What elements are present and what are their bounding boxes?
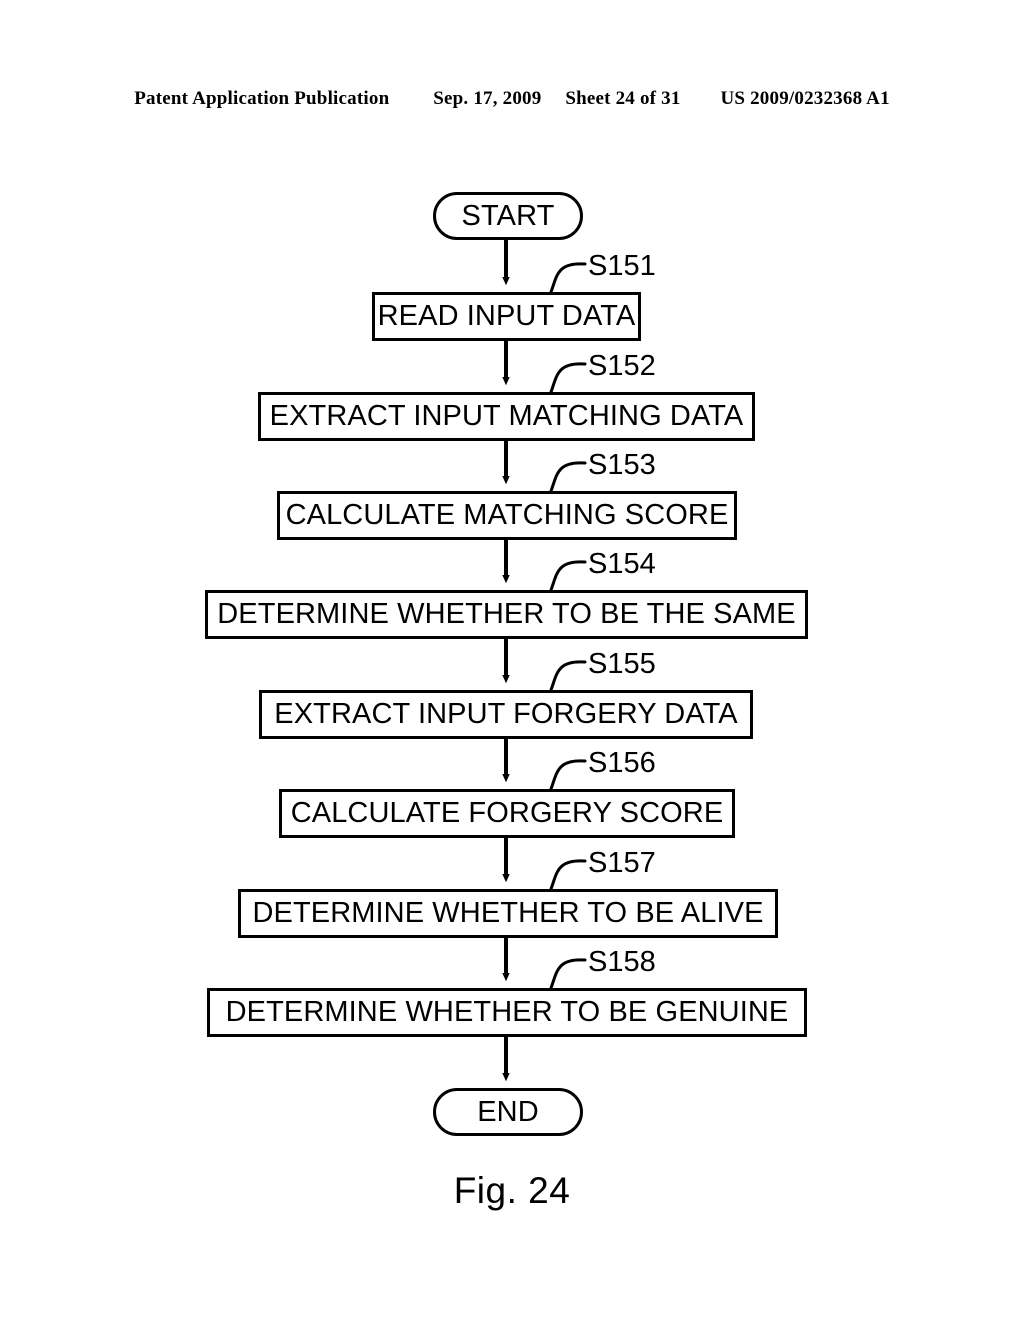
flowchart-node-label: DETERMINE WHETHER TO BE GENUINE (225, 996, 789, 1028)
flowchart-node-label: DETERMINE WHETHER TO BE THE SAME (217, 598, 796, 630)
step-number-s154: S154 (588, 548, 656, 580)
flowchart-node-label: START (461, 199, 555, 232)
flowchart-node-s155: EXTRACT INPUT FORGERY DATA (259, 690, 753, 739)
flowchart-node-label: CALCULATE FORGERY SCORE (290, 797, 724, 829)
flowchart-node-start: START (433, 192, 583, 240)
flowchart-node-s151: READ INPUT DATA (372, 292, 641, 341)
flowchart-node-s157: DETERMINE WHETHER TO BE ALIVE (238, 889, 778, 938)
flowchart-node-label: EXTRACT INPUT MATCHING DATA (269, 400, 744, 432)
step-number-s151: S151 (588, 250, 656, 282)
flowchart-node-label: END (477, 1095, 539, 1128)
flowchart-node-label: EXTRACT INPUT FORGERY DATA (274, 698, 738, 730)
step-number-s155: S155 (588, 648, 656, 680)
flowchart-node-s156: CALCULATE FORGERY SCORE (279, 789, 735, 838)
flowchart-node-label: CALCULATE MATCHING SCORE (285, 499, 729, 531)
flowchart-diagram: START READ INPUT DATA EXTRACT INPUT MATCHI… (0, 0, 1024, 1320)
step-number-s156: S156 (588, 747, 656, 779)
step-number-s153: S153 (588, 449, 656, 481)
flowchart-node-s158: DETERMINE WHETHER TO BE GENUINE (207, 988, 807, 1037)
flowchart-node-label: READ INPUT DATA (377, 300, 636, 332)
step-number-s157: S157 (588, 847, 656, 879)
flowchart-node-label: DETERMINE WHETHER TO BE ALIVE (252, 897, 764, 929)
flowchart-node-s153: CALCULATE MATCHING SCORE (277, 491, 737, 540)
flowchart-node-end: END (433, 1088, 583, 1136)
step-number-s158: S158 (588, 946, 656, 978)
flowchart-node-s152: EXTRACT INPUT MATCHING DATA (258, 392, 755, 441)
step-number-s152: S152 (588, 350, 656, 382)
flowchart-node-s154: DETERMINE WHETHER TO BE THE SAME (205, 590, 808, 639)
figure-caption: Fig. 24 (453, 1170, 571, 1211)
